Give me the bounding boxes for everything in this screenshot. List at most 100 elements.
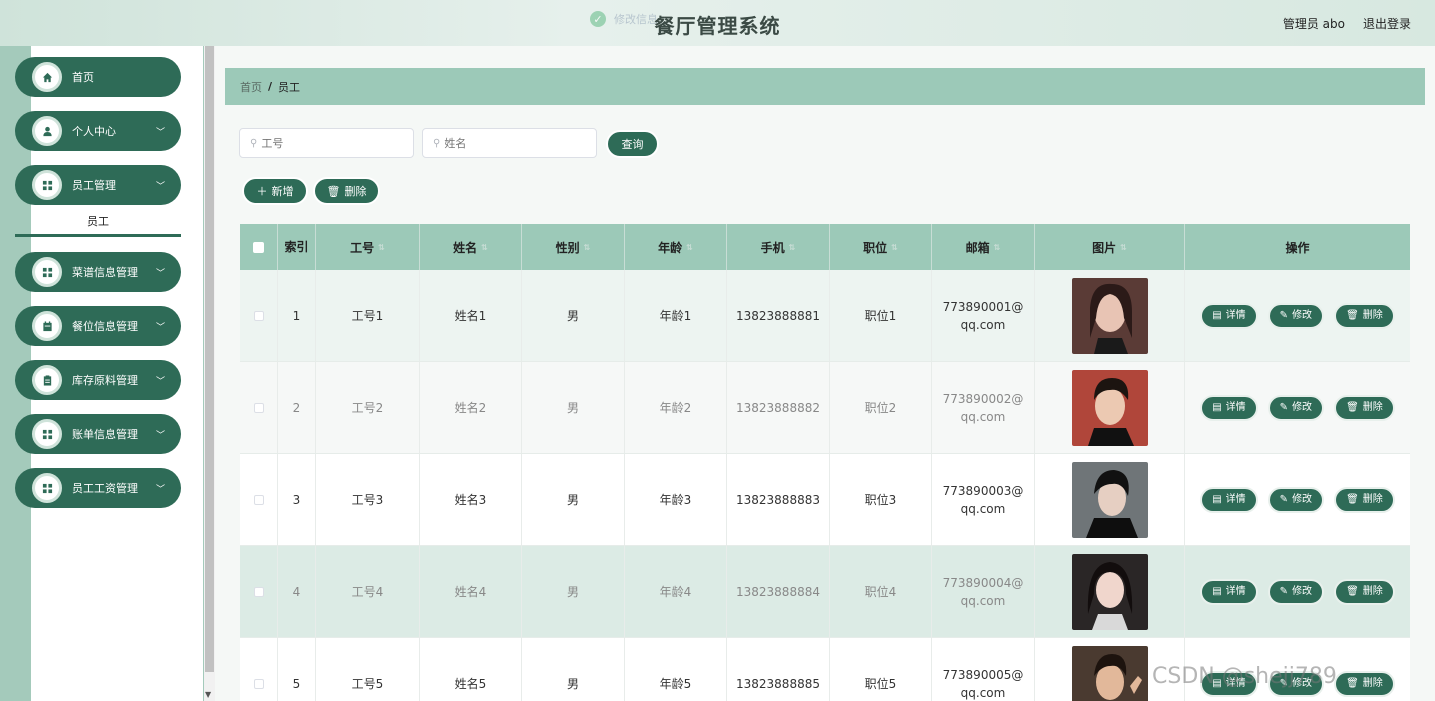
cell-index: 3: [278, 454, 316, 545]
sort-icon[interactable]: ⇅: [891, 243, 898, 252]
sidebar-item-personal[interactable]: 个人中心 ﹀: [15, 111, 181, 151]
detail-button[interactable]: ▤ 详情: [1200, 302, 1258, 329]
row-checkbox[interactable]: [253, 586, 264, 597]
row-checkbox[interactable]: [253, 310, 264, 321]
cell-phone: 13823888885: [727, 638, 830, 701]
col-photo[interactable]: 图片 ⇅: [1035, 224, 1185, 270]
scroll-down-arrow-icon[interactable]: ▼: [205, 690, 211, 699]
sidebar-item-home[interactable]: 首页: [15, 57, 181, 97]
batch-delete-button[interactable]: 🗑 删除: [313, 177, 380, 205]
cell-email: 773890004@qq.com: [932, 546, 1035, 637]
sidebar-item-bill-info[interactable]: 账单信息管理 ﹀: [15, 414, 181, 454]
col-gender[interactable]: 性别 ⇅: [522, 224, 625, 270]
grid-icon: [32, 257, 62, 287]
edit-button[interactable]: ✎ 修改: [1267, 578, 1325, 605]
cell-phone: 13823888884: [727, 546, 830, 637]
chevron-down-icon: ﹀: [155, 181, 165, 192]
employee-table: 索引 工号 ⇅ 姓名 ⇅ 性别 ⇅ 年龄 ⇅ 手机 ⇅ 职位 ⇅ 邮箱 ⇅ 图片 ⇅ 操作 1 …: [240, 224, 1410, 701]
sidebar-item-inventory[interactable]: 库存原料管理 ﹀: [15, 360, 181, 400]
name-search[interactable]: ⚲: [422, 128, 597, 158]
edit-label: 修改: [1292, 309, 1313, 321]
sort-icon[interactable]: ⇅: [481, 243, 488, 252]
edit-button[interactable]: ✎ 修改: [1267, 302, 1325, 329]
employee-no-input[interactable]: [261, 136, 392, 150]
cell-age: 年龄4: [625, 546, 727, 637]
col-position[interactable]: 职位 ⇅: [830, 224, 932, 270]
col-name-label: 姓名: [453, 240, 478, 255]
col-emp-no-label: 工号: [350, 240, 375, 255]
detail-button[interactable]: ▤ 详情: [1200, 486, 1258, 513]
col-age[interactable]: 年龄 ⇅: [625, 224, 727, 270]
pencil-icon: ✎: [1279, 585, 1289, 597]
delete-button[interactable]: 🗑 删除: [1334, 670, 1395, 697]
delete-button[interactable]: 🗑 删除: [1334, 394, 1395, 421]
cell-email: 773890001@qq.com: [932, 270, 1035, 361]
cell-index: 1: [278, 270, 316, 361]
cell-emp-no: 工号5: [316, 638, 420, 701]
cell-actions: ▤ 详情 ✎ 修改 🗑 删除: [1185, 454, 1410, 545]
cell-age: 年龄2: [625, 362, 727, 453]
select-all-checkbox[interactable]: [253, 241, 264, 253]
col-name[interactable]: 姓名 ⇅: [420, 224, 522, 270]
sidebar-item-label: 库存原料管理: [72, 374, 138, 387]
employee-no-search[interactable]: ⚲: [239, 128, 414, 158]
cell-gender: 男: [522, 546, 625, 637]
cell-emp-no: 工号4: [316, 546, 420, 637]
edit-button[interactable]: ✎ 修改: [1267, 486, 1325, 513]
sidebar-item-menu-info[interactable]: 菜谱信息管理 ﹀: [15, 252, 181, 292]
chevron-down-icon: ﹀: [155, 322, 165, 333]
delete-button[interactable]: 🗑 删除: [1334, 486, 1395, 513]
detail-button[interactable]: ▤ 详情: [1200, 578, 1258, 605]
query-button[interactable]: 查询: [606, 130, 659, 158]
row-checkbox[interactable]: [253, 402, 264, 413]
trash-icon: 🗑: [1346, 677, 1359, 689]
logout-link[interactable]: 退出登录: [1363, 15, 1411, 32]
trash-icon: 🗑: [326, 184, 341, 198]
delete-label: 删除: [1362, 677, 1383, 689]
edit-label: 修改: [1292, 585, 1313, 597]
edit-button[interactable]: ✎ 修改: [1267, 394, 1325, 421]
row-select-cell[interactable]: [240, 546, 278, 637]
sort-icon[interactable]: ⇅: [378, 243, 385, 252]
plus-icon: ＋: [256, 185, 268, 198]
sidebar-item-employee-mgmt[interactable]: 员工管理 ﹀: [15, 165, 181, 205]
cell-gender: 男: [522, 270, 625, 361]
sort-icon[interactable]: ⇅: [994, 243, 1001, 252]
breadcrumb-separator: /: [268, 80, 273, 93]
cell-emp-no: 工号1: [316, 270, 420, 361]
col-email[interactable]: 邮箱 ⇅: [932, 224, 1035, 270]
table-row: 4 工号4 姓名4 男 年龄4 13823888884 职位4 77389000…: [240, 546, 1410, 638]
col-emp-no[interactable]: 工号 ⇅: [316, 224, 420, 270]
calendar-icon: [32, 311, 62, 341]
sidebar-item-label: 个人中心: [72, 125, 116, 138]
sort-icon[interactable]: ⇅: [584, 243, 591, 252]
row-select-cell[interactable]: [240, 638, 278, 701]
detail-button[interactable]: ▤ 详情: [1200, 394, 1258, 421]
breadcrumb-home[interactable]: 首页: [240, 79, 262, 95]
sidebar-item-salary[interactable]: 员工工资管理 ﹀: [15, 468, 181, 508]
select-all-cell[interactable]: [240, 224, 278, 270]
row-checkbox[interactable]: [253, 494, 264, 505]
delete-button[interactable]: 🗑 删除: [1334, 302, 1395, 329]
sort-icon[interactable]: ⇅: [686, 243, 693, 252]
sidebar-subitem-employee[interactable]: 员工: [15, 207, 181, 237]
sort-icon[interactable]: ⇅: [789, 243, 796, 252]
add-button[interactable]: ＋ 新增: [242, 177, 308, 205]
sidebar-item-label: 首页: [72, 71, 94, 84]
row-checkbox[interactable]: [253, 678, 264, 689]
row-select-cell[interactable]: [240, 362, 278, 453]
edit-label: 修改: [1292, 493, 1313, 505]
sidebar-item-seat-info[interactable]: 餐位信息管理 ﹀: [15, 306, 181, 346]
delete-button[interactable]: 🗑 删除: [1334, 578, 1395, 605]
cell-age: 年龄1: [625, 270, 727, 361]
col-phone[interactable]: 手机 ⇅: [727, 224, 830, 270]
row-select-cell[interactable]: [240, 454, 278, 545]
search-icon: ⚲: [250, 137, 258, 149]
sidebar-scroll-thumb[interactable]: [205, 46, 214, 672]
cell-index: 5: [278, 638, 316, 701]
sort-icon[interactable]: ⇅: [1120, 243, 1127, 252]
app-title: 餐厅管理系统: [654, 14, 781, 38]
chevron-down-icon: ﹀: [155, 430, 165, 441]
name-input[interactable]: [444, 136, 575, 150]
row-select-cell[interactable]: [240, 270, 278, 361]
